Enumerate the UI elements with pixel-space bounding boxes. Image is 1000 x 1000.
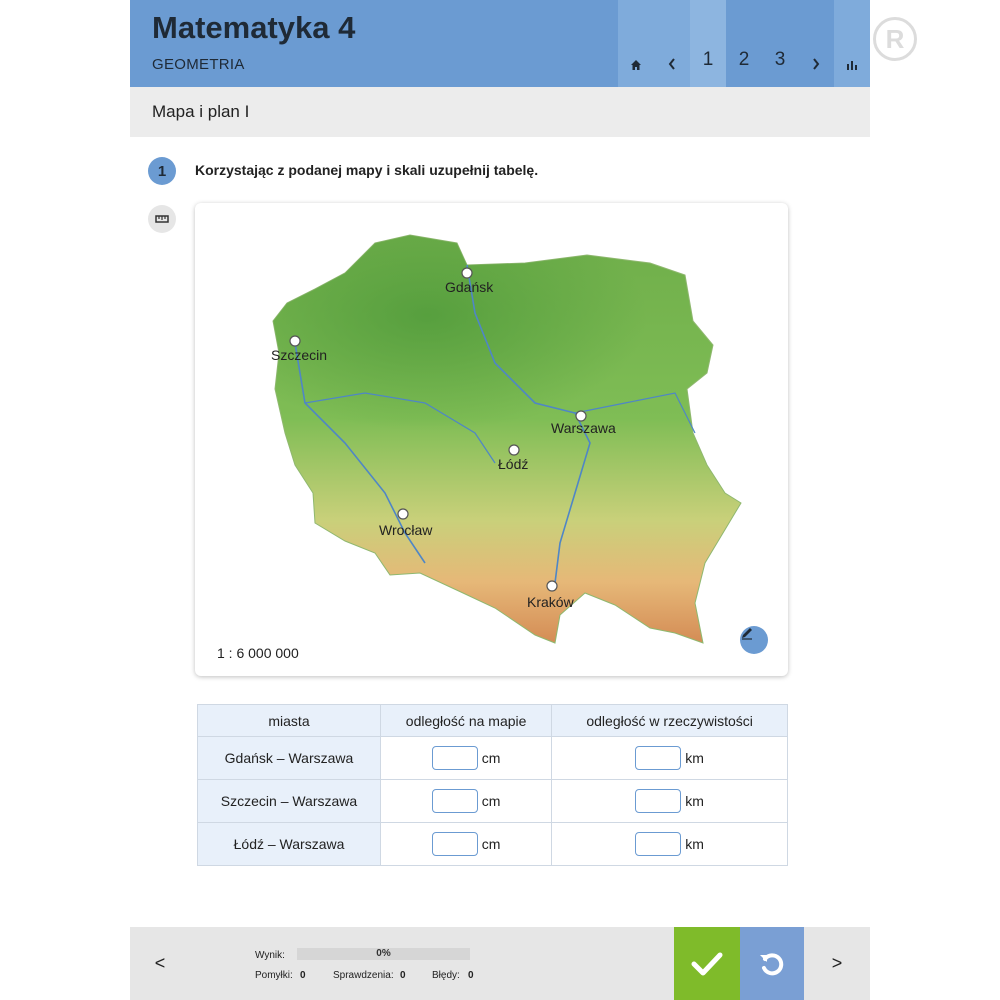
errors-label: Błędy: <box>432 970 460 981</box>
city-label-gdansk: Gdańsk <box>445 279 494 295</box>
unit-label: km <box>685 836 704 852</box>
app-title: Matematyka 4 <box>152 10 356 45</box>
errors-value: 0 <box>468 970 474 981</box>
ruler-icon <box>155 215 169 223</box>
prev-exercise-button[interactable]: < <box>130 927 190 1000</box>
stats-button[interactable] <box>834 0 870 87</box>
next-exercise-button[interactable]: > <box>804 927 870 1000</box>
home-icon <box>631 60 641 70</box>
city-pair-cell: Łódź – Warszawa <box>197 822 381 866</box>
chevron-left-icon <box>668 58 675 70</box>
real-distance-cell: km <box>551 822 788 866</box>
city-label-lodz: Łódź <box>498 456 528 472</box>
reset-button[interactable] <box>740 927 804 1000</box>
city-label-warszawa: Warszawa <box>551 420 616 436</box>
reset-icon <box>760 952 784 975</box>
unit-label: km <box>685 793 704 809</box>
map-distance-input[interactable] <box>431 746 478 770</box>
page-nav: 1 2 3 <box>618 0 870 87</box>
score-label: Wynik: <box>255 950 285 961</box>
page-3-button[interactable]: 3 <box>762 0 798 87</box>
next-page-button[interactable] <box>798 0 834 87</box>
real-distance-input[interactable] <box>635 832 682 856</box>
column-header-cities: miasta <box>197 704 381 737</box>
table-row: Szczecin – Warszawa cm km <box>197 779 788 823</box>
registered-mark-icon: R <box>873 17 917 61</box>
score-progress-bar: 0% <box>297 948 470 960</box>
checks-value: 0 <box>400 970 406 981</box>
distance-table: miasta odległość na mapie odległość w rz… <box>197 704 788 866</box>
table-row: Gdańsk – Warszawa cm km <box>197 736 788 780</box>
footer: < Wynik: 0% Pomyłki: 0 Sprawdzenia: 0 Bł… <box>130 927 870 1000</box>
map-distance-input[interactable] <box>431 832 478 856</box>
header: Matematyka 4 GEOMETRIA 1 2 3 <box>130 0 870 87</box>
city-pair-cell: Gdańsk – Warszawa <box>197 736 381 780</box>
real-distance-cell: km <box>551 736 788 780</box>
real-distance-input[interactable] <box>635 746 682 770</box>
poland-map: Gdańsk Szczecin Warszawa Łódź Wrocław Kr… <box>271 234 742 644</box>
lesson-title: Mapa i plan I <box>152 102 250 121</box>
city-label-szczecin: Szczecin <box>271 347 327 363</box>
column-header-map-distance: odległość na mapie <box>379 704 553 737</box>
table-header-row: miasta odległość na mapie odległość w rz… <box>197 704 788 737</box>
prev-page-button[interactable] <box>654 0 690 87</box>
map-card: Gdańsk Szczecin Warszawa Łódź Wrocław Kr… <box>195 203 788 676</box>
page-1-label: 1 <box>702 49 714 70</box>
section-subtitle: GEOMETRIA <box>152 56 245 73</box>
page: R Matematyka 4 GEOMETRIA 1 2 3 Mapa i pl… <box>0 0 1000 1000</box>
checks-label: Sprawdzenia: <box>333 970 394 981</box>
checkmark-icon <box>691 952 723 975</box>
map-distance-cell: cm <box>379 822 553 866</box>
mistakes-label: Pomyłki: <box>255 970 293 981</box>
map-distance-cell: cm <box>379 736 553 780</box>
unit-label: cm <box>481 836 501 852</box>
task-instruction: Korzystając z podanej mapy i skali uzupe… <box>195 162 539 178</box>
map-distance-input[interactable] <box>431 789 478 813</box>
real-distance-input[interactable] <box>635 789 682 813</box>
pencil-icon <box>742 628 752 640</box>
real-distance-cell: km <box>551 779 788 823</box>
column-header-real-distance: odległość w rzeczywistości <box>551 704 788 737</box>
home-button[interactable] <box>618 0 654 87</box>
lesson-bar: Mapa i plan I <box>130 87 870 137</box>
check-button[interactable] <box>674 927 740 1000</box>
city-label-wroclaw: Wrocław <box>379 522 433 538</box>
table-row: Łódź – Warszawa cm km <box>197 822 788 866</box>
task-number-badge: 1 <box>148 157 176 185</box>
unit-label: cm <box>481 750 501 766</box>
city-label-krakow: Kraków <box>527 594 575 610</box>
city-pair-cell: Szczecin – Warszawa <box>197 779 381 823</box>
mistakes-value: 0 <box>300 970 306 981</box>
map-scale: 1 : 6 000 000 <box>217 645 299 661</box>
page-2-label: 2 <box>738 49 750 70</box>
map-distance-cell: cm <box>379 779 553 823</box>
exercise-panel: Matematyka 4 GEOMETRIA 1 2 3 Mapa i plan… <box>130 0 870 1000</box>
unit-label: cm <box>481 793 501 809</box>
ruler-button[interactable] <box>148 205 176 233</box>
bar-chart-icon <box>847 61 857 70</box>
page-2-button[interactable]: 2 <box>726 0 762 87</box>
page-1-button[interactable]: 1 <box>690 0 726 87</box>
chevron-right-icon <box>813 58 820 70</box>
unit-label: km <box>685 750 704 766</box>
page-3-label: 3 <box>774 49 786 70</box>
draw-button[interactable] <box>740 626 768 654</box>
